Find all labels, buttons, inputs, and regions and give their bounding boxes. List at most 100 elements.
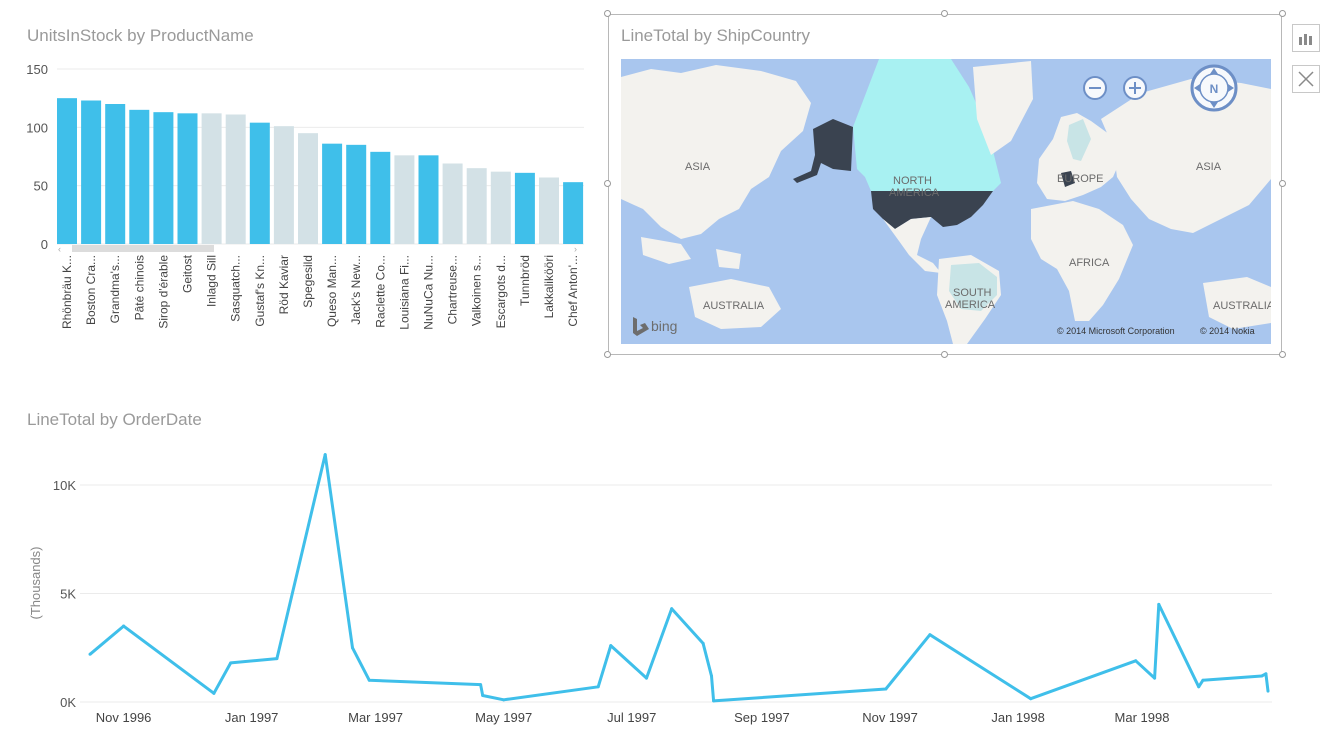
close-icon[interactable] [1292,65,1320,93]
data-point[interactable] [1029,697,1033,701]
label-south-america: SOUTH AMERICA [945,287,996,311]
line-chart-title: LineTotal by OrderDate [27,410,202,429]
data-point[interactable] [479,683,483,687]
label-africa: AFRICA [1069,257,1110,269]
x-tick-label: Jan 1998 [991,710,1045,725]
data-point[interactable] [1260,674,1264,678]
data-point[interactable] [1134,659,1138,663]
x-tick-label: Grandma's... [108,255,122,323]
zoom-in-button[interactable] [1123,76,1147,100]
label-australia-left: AUSTRALIA [703,300,765,312]
bar-chart-title: UnitsInStock by ProductName [27,26,254,45]
label-australia-right: AUSTRALIA [1213,300,1271,312]
bar[interactable] [394,155,415,244]
data-point[interactable] [712,699,716,703]
data-point[interactable] [367,678,371,682]
line-chart[interactable]: 10K 5K 0K (Thousands) Nov 1996 Jan 1997 Mar 19… [0,428,1329,753]
scroll-left-icon[interactable]: ‹ [58,244,61,254]
bar[interactable] [177,113,198,244]
x-tick-label: Jul 1997 [607,710,656,725]
data-point[interactable] [596,685,600,689]
bar[interactable] [57,98,77,244]
x-tick-label: Sep 1997 [734,710,790,725]
data-point[interactable] [481,693,485,697]
world-map[interactable]: ASIA NORTH AMERICA EUROPE AFRICA ASIA AUS… [621,59,1271,344]
bar[interactable] [346,144,367,244]
x-tick-label: Boston Cra... [84,255,98,325]
x-tick-label: Escargots d... [494,255,508,328]
bar[interactable] [105,104,126,244]
compass-navigator[interactable]: N [1190,64,1238,112]
copyright-nokia: © 2014 Nokia [1200,326,1255,336]
x-tick-label: Inlagd Sill [205,255,219,307]
data-point[interactable] [710,674,714,678]
bar-chart[interactable]: 150 100 50 0 Rhönbräu K... Boston Cra... Grand… [0,55,590,395]
resize-handle-right[interactable] [1279,180,1286,187]
bar[interactable] [225,114,246,245]
data-point[interactable] [670,607,674,611]
data-point[interactable] [502,698,506,702]
data-point[interactable] [323,453,327,457]
data-point[interactable] [1201,678,1205,682]
data-point[interactable] [884,687,888,691]
x-tick-label: Sirop d'érable [156,255,170,329]
data-point[interactable] [1153,676,1157,680]
data-point[interactable] [229,661,233,665]
data-point[interactable] [1197,685,1201,689]
resize-handle-top-right[interactable] [1279,10,1286,17]
x-tick-label: Sasquatch... [229,255,243,322]
bar[interactable] [201,113,222,244]
bar[interactable] [153,112,174,244]
bar[interactable] [539,177,559,245]
data-point[interactable] [122,624,126,628]
bar[interactable] [514,172,535,244]
bar[interactable] [490,171,511,244]
data-point[interactable] [609,644,613,648]
x-tick-label: Queso Man... [325,255,339,327]
series-line[interactable] [89,453,1270,703]
x-tick-label: Pâté chinois [132,255,146,320]
bar[interactable] [466,168,487,244]
bar[interactable] [322,143,343,244]
data-point[interactable] [88,652,92,656]
resize-handle-top[interactable] [941,10,948,17]
zoom-out-button[interactable] [1083,76,1107,100]
bar[interactable] [298,133,318,244]
resize-handle-bottom-left[interactable] [604,351,611,358]
data-point[interactable] [928,633,932,637]
bar[interactable] [442,163,463,245]
bar-chart-icon[interactable] [1292,24,1320,52]
data-point[interactable] [350,646,354,650]
data-point[interactable] [1266,689,1270,693]
x-tick-label: Rhönbräu K... [60,255,74,329]
y-tick-label: 100 [26,120,48,135]
x-tick-label: Valkoinen s... [470,255,484,326]
data-point[interactable] [1264,672,1268,676]
x-tick-label: Spegesild [301,255,315,308]
bar[interactable] [273,126,294,244]
bing-label: bing [651,318,677,334]
resize-handle-bottom-right[interactable] [1279,351,1286,358]
resize-handle-top-left[interactable] [604,10,611,17]
y-tick-label: 0K [60,695,76,710]
data-point[interactable] [1157,602,1161,606]
data-point[interactable] [275,657,279,661]
scroll-right-icon[interactable]: › [574,244,577,254]
bar[interactable] [249,122,270,244]
data-point[interactable] [212,691,216,695]
data-point[interactable] [644,676,648,680]
bar-chart-scrollbar-thumb[interactable] [72,245,214,252]
bar[interactable] [418,155,439,244]
bar[interactable] [81,100,102,245]
data-point[interactable] [701,641,705,645]
bar[interactable] [563,182,584,244]
y-tick-label: 50 [34,179,48,194]
bar[interactable] [129,109,150,244]
bar[interactable] [370,151,391,244]
resize-handle-left[interactable] [604,180,611,187]
resize-handle-bottom[interactable] [941,351,948,358]
x-tick-label: Nov 1997 [862,710,918,725]
x-tick-label: Jan 1997 [225,710,279,725]
y-axis-label: (Thousands) [28,547,43,620]
x-tick-label: Raclette Co... [373,255,387,328]
